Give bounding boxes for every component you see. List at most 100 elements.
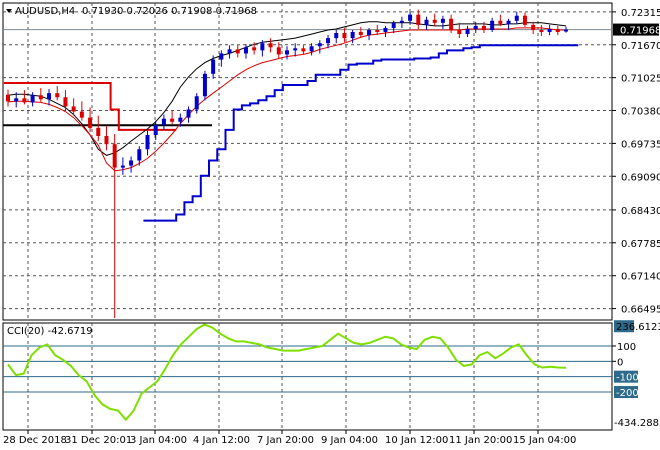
candle-body[interactable] [260,43,265,51]
candle-body[interactable] [120,165,125,168]
candle-body[interactable] [416,14,421,25]
cci-title: CCI(20) -42.6719 [7,326,93,337]
cci-level-label: 236.6123 [616,322,660,333]
candle-body[interactable] [243,47,248,54]
cci-level-label: -100 [616,373,639,384]
price-tick-label: 0.69735 [621,139,660,150]
price-tick-label: 0.67785 [621,239,660,250]
cci-tick-label: 0 [617,357,623,368]
chart-background [0,0,660,450]
time-label: 15 Jan 04:00 [513,435,576,446]
candle-body[interactable] [367,29,372,36]
candle-body[interactable] [104,136,109,145]
time-label: 11 Jan 20:00 [449,435,512,446]
candle-body[interactable] [514,15,519,21]
candle-body[interactable] [473,25,478,29]
candle-body[interactable] [326,38,331,44]
candle-body[interactable] [309,46,314,52]
price-tick-label: 0.71670 [621,41,660,52]
candle-body[interactable] [408,14,413,21]
candle-body[interactable] [449,18,454,30]
candle-body[interactable] [22,98,27,103]
candle-body[interactable] [350,32,355,39]
candle-body[interactable] [432,19,437,23]
time-label: 31 Dec 20:01 [65,435,132,446]
candle-body[interactable] [211,59,216,74]
candle-body[interactable] [375,29,380,33]
price-tick-label: 0.67140 [621,272,660,283]
candle-body[interactable] [490,20,495,30]
time-label: 28 Dec 2018 [3,435,67,446]
candle-body[interactable] [71,106,76,112]
time-label: 4 Jan 12:00 [193,435,250,446]
candle-body[interactable] [6,94,10,102]
candle-body[interactable] [383,27,388,33]
candle-body[interactable] [129,160,134,166]
candle-body[interactable] [170,118,175,122]
candle-body[interactable] [317,43,322,47]
candle-body[interactable] [547,28,552,33]
cci-bottom-label: -434.2883 [614,418,660,429]
candle-body[interactable] [47,93,52,100]
time-label: 3 Jan 04:00 [130,435,187,446]
candle-body[interactable] [30,95,35,103]
candle-body[interactable] [293,48,298,51]
candle-body[interactable] [440,18,445,23]
candle-body[interactable] [498,20,503,24]
price-tick-label: 0.71025 [621,74,660,85]
candle-body[interactable] [276,47,281,55]
price-tick-label: 0.72315 [621,8,660,19]
candle-body[interactable] [268,43,273,48]
candle-body[interactable] [252,47,257,51]
time-label: 9 Jan 04:00 [321,435,378,446]
candle-body[interactable] [399,20,404,23]
candle-body[interactable] [506,20,511,24]
candle-body[interactable] [38,95,43,100]
time-label: 10 Jan 12:00 [385,435,448,446]
candle-body[interactable] [178,117,183,122]
price-tick-label: 0.68430 [621,206,660,217]
candle-body[interactable] [391,22,396,28]
candle-body[interactable] [358,32,363,36]
candle-body[interactable] [539,29,544,33]
candle-body[interactable] [96,127,101,137]
candle-body[interactable] [424,19,429,25]
candle-body[interactable] [88,117,93,128]
candle-body[interactable] [285,50,289,55]
candle-body[interactable] [522,15,527,25]
candle-body[interactable] [153,124,158,135]
candle-body[interactable] [14,98,19,102]
candle-body[interactable] [227,49,232,54]
candle-body[interactable] [555,28,560,33]
time-label: 7 Jan 20:00 [257,435,314,446]
candle-body[interactable] [457,29,462,35]
cci-tick-label: 100 [617,342,636,353]
candle-body[interactable] [219,53,224,60]
candle-body[interactable] [481,25,486,30]
candle-body[interactable] [161,118,166,125]
candle-body[interactable] [112,144,117,168]
price-tick-label: 0.66495 [621,305,660,316]
candle-body[interactable] [55,93,60,98]
candle-body[interactable] [137,149,142,161]
ohlc-values: 0.71930 0.72026 0.71908 0.71968 [82,6,257,17]
price-tick-label: 0.69090 [621,172,660,183]
chart-window[interactable]: 0.72315 0.71670 0.71025 0.70380 0.69735 0.690… [0,0,660,450]
price-tick-label: 0.70380 [621,107,660,118]
candle-body[interactable] [194,96,199,110]
candle-body[interactable] [564,29,568,32]
current-price-label: 0.71968 [620,26,660,37]
candle-body[interactable] [202,73,207,97]
candle-body[interactable] [145,134,150,150]
candle-body[interactable] [186,109,191,118]
candle-body[interactable] [63,97,68,107]
symbol-title: AUDUSD,H4 [15,6,75,17]
cci-level-label: -200 [616,388,639,399]
candle-body[interactable] [465,28,470,35]
candle-body[interactable] [334,33,339,39]
candle-body[interactable] [342,33,347,39]
candle-body[interactable] [79,111,84,118]
candle-body[interactable] [531,24,536,30]
candle-body[interactable] [235,49,240,54]
candle-body[interactable] [301,48,306,52]
